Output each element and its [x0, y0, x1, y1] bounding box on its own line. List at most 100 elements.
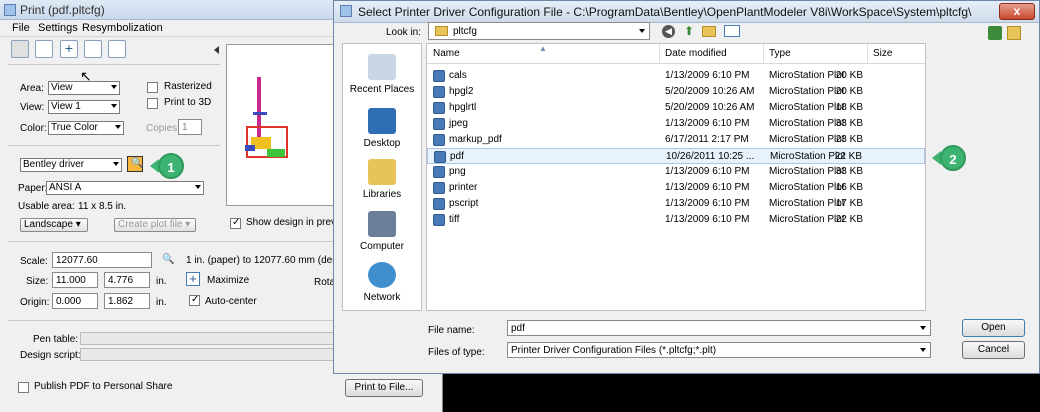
view-menu-icon[interactable] [724, 25, 740, 37]
select-window-title: Select Printer Driver Configuration File… [358, 5, 972, 19]
file-name: hpgl2 [449, 86, 474, 97]
place-libraries[interactable]: Libraries [343, 159, 421, 200]
up-folder-icon[interactable]: ⬆ [684, 24, 694, 38]
file-type: MicroStation Plot [769, 182, 845, 193]
place-computer[interactable]: Computer [343, 211, 421, 252]
file-row[interactable]: cals 1/13/2009 6:10 PM MicroStation Plot 20… [427, 68, 925, 84]
place-desktop[interactable]: Desktop [343, 108, 421, 149]
select-title-bar: Select Printer Driver Configuration File… [334, 1, 1039, 23]
chevron-down-icon [639, 29, 645, 33]
magnifier-icon: 🔍 [131, 158, 144, 169]
show-design-label: Show design in previ [246, 217, 339, 228]
column-date-modified[interactable]: Date modified [665, 48, 727, 59]
menu-resymbolization[interactable]: Resymbolization [82, 22, 163, 34]
file-date: 10/26/2011 10:25 ... [666, 151, 755, 162]
autocenter-checkbox[interactable] [189, 294, 200, 306]
printer-icon[interactable] [11, 40, 29, 58]
paper-select[interactable]: ANSI A [46, 181, 204, 195]
file-row[interactable]: png 1/13/2009 6:10 PM MicroStation Plot 33 … [427, 164, 925, 180]
view-select[interactable]: View 1 [48, 100, 120, 114]
color-select[interactable]: True Color [48, 121, 124, 135]
design-script-input[interactable] [80, 348, 334, 361]
print-window-title: Print (pdf.pltcfg) [20, 3, 105, 17]
new-folder-icon[interactable] [702, 26, 716, 37]
file-name: markup_pdf [449, 134, 502, 145]
orientation-select[interactable]: Landscape ▾ [20, 218, 88, 232]
publish-pdf-checkbox[interactable] [18, 382, 29, 393]
file-size: 33 KB [835, 118, 863, 129]
look-in-value: pltcfg [453, 26, 477, 37]
show-design-checkbox[interactable] [230, 217, 241, 229]
maximize-icon[interactable]: + [186, 272, 200, 286]
scale-magnifier-icon[interactable]: 🔍 [162, 254, 174, 265]
favorite-folder-icon[interactable] [1007, 26, 1021, 40]
file-name: hpglrtl [449, 102, 477, 113]
scale-input[interactable]: 12077.60 [52, 252, 152, 268]
places-bar: Recent Places Desktop Libraries Computer… [342, 43, 422, 311]
copies-label: Copies: [146, 123, 180, 134]
place-recent-places[interactable]: Recent Places [343, 54, 421, 95]
rasterized-checkbox[interactable] [147, 82, 158, 93]
origin-unit: in. [156, 297, 167, 308]
column-type[interactable]: Type [769, 48, 791, 59]
file-name: cals [449, 70, 467, 81]
file-row[interactable]: markup_pdf 6/17/2011 2:17 PM MicroStation … [427, 132, 925, 148]
pen-table-input[interactable] [80, 332, 334, 345]
origin-y-input[interactable]: 1.862 [104, 293, 150, 309]
file-size: 17 KB [835, 198, 863, 209]
orientation-value: Landscape [24, 219, 73, 230]
file-row[interactable]: printer 1/13/2009 6:10 PM MicroStation Plo… [427, 180, 925, 196]
file-name: printer [449, 182, 478, 193]
file-row[interactable]: pscript 1/13/2009 6:10 PM MicroStation Plo… [427, 196, 925, 212]
column-name[interactable]: Name [433, 48, 460, 59]
design-script-label: Design script: [20, 350, 81, 361]
file-size: 18 KB [835, 102, 863, 113]
file-type: MicroStation Plot [769, 198, 845, 209]
file-type: MicroStation Plot [769, 102, 845, 113]
file-row[interactable]: hpglrtl 5/20/2009 10:26 AM MicroStation Pl… [427, 100, 925, 116]
place-network[interactable]: Network [343, 262, 421, 303]
create-plot-file-button[interactable]: Create plot file ▾ [114, 218, 196, 232]
files-of-type-label: Files of type: [428, 347, 485, 358]
copies-input[interactable]: 1 [178, 119, 202, 135]
refresh-icon[interactable] [988, 26, 1002, 40]
open-button[interactable]: Open [962, 319, 1025, 337]
file-row[interactable]: pdf 10/26/2011 10:25 ... MicroStation Plot… [427, 148, 925, 164]
driver-select[interactable]: Bentley driver [20, 158, 122, 172]
origin-x-input[interactable]: 0.000 [52, 293, 98, 309]
size-width-input[interactable]: 11.000 [52, 272, 98, 288]
file-name: tiff [449, 214, 460, 225]
file-list: Name ▲ Date modified Type Size cals 1/13/… [426, 43, 926, 311]
size-unit: in. [156, 276, 167, 287]
file-name-input[interactable]: pdf [507, 320, 931, 336]
file-row[interactable]: hpgl2 5/20/2009 10:26 AM MicroStation Plot… [427, 84, 925, 100]
area-select[interactable]: View [48, 81, 120, 95]
file-name: pdf [450, 151, 464, 162]
browse-driver-button[interactable]: 🔍 [127, 156, 143, 172]
look-in-select[interactable]: pltcfg [428, 22, 650, 40]
collapse-arrow-icon[interactable] [214, 46, 219, 54]
column-divider[interactable] [867, 44, 868, 64]
file-row[interactable]: jpeg 1/13/2009 6:10 PM MicroStation Plot 33… [427, 116, 925, 132]
file-row[interactable]: tiff 1/13/2009 6:10 PM MicroStation Plot 22… [427, 212, 925, 228]
size-height-input[interactable]: 4.776 [104, 272, 150, 288]
fit-view-icon[interactable]: + [60, 40, 78, 58]
column-size[interactable]: Size [873, 48, 892, 59]
column-divider[interactable] [659, 44, 660, 64]
print-to-3d-checkbox[interactable] [147, 98, 158, 109]
export-icon[interactable] [108, 40, 126, 58]
close-button[interactable]: x [999, 3, 1035, 20]
menu-file[interactable]: File [12, 22, 30, 34]
column-divider[interactable] [763, 44, 764, 64]
network-icon [368, 262, 396, 288]
list-icon[interactable] [84, 40, 102, 58]
menu-settings[interactable]: Settings [38, 22, 78, 34]
print-to-file-button[interactable]: Print to File... [345, 379, 423, 397]
place-label: Network [363, 292, 401, 303]
cancel-button[interactable]: Cancel [962, 341, 1025, 359]
place-label: Desktop [363, 138, 401, 149]
back-icon[interactable]: ◀ [662, 25, 675, 38]
callout-2: 2 [940, 145, 966, 171]
preview-icon[interactable] [35, 40, 53, 58]
files-of-type-select[interactable]: Printer Driver Configuration Files (*.pl… [507, 342, 931, 358]
